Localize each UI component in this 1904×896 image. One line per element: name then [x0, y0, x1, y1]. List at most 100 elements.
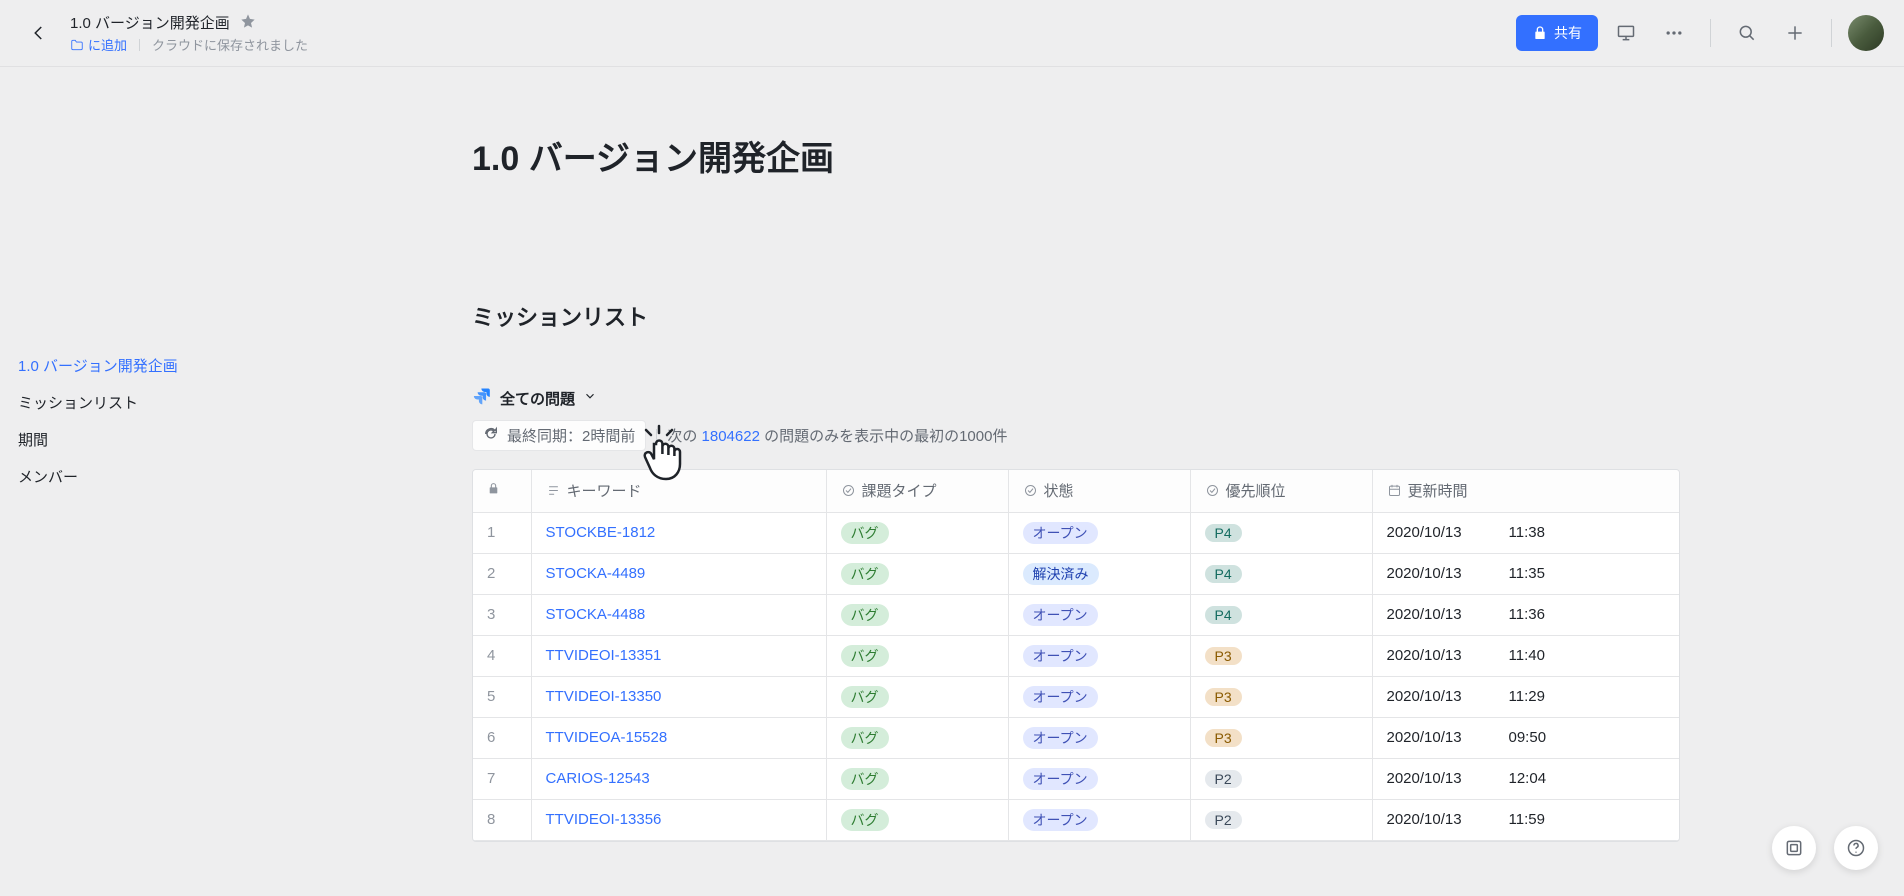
priority-badge: P3: [1205, 688, 1242, 706]
folder-icon: [70, 38, 84, 52]
issue-key-link[interactable]: STOCKBE-1812: [546, 524, 656, 541]
lock-icon: [487, 482, 500, 499]
filter-dropdown[interactable]: 全ての問題: [500, 388, 575, 409]
priority-badge: P3: [1205, 729, 1242, 747]
priority-badge: P2: [1205, 770, 1242, 788]
header-left: 1.0 バージョン開発企画 に追加 クラウドに保存されました: [20, 12, 308, 54]
type-badge: バグ: [841, 768, 889, 790]
time-cell: 2020/10/1311:35: [1372, 553, 1679, 594]
col-keyword-header[interactable]: キーワード: [531, 470, 826, 512]
jira-icon: [472, 386, 492, 410]
priority-badge: P4: [1205, 606, 1242, 624]
status-badge: オープン: [1023, 768, 1098, 790]
outline-sidebar: 1.0 バージョン開発企画ミッションリスト期間メンバー: [0, 67, 358, 896]
col-priority-header[interactable]: 優先順位: [1190, 470, 1372, 512]
time-cell: 2020/10/1311:38: [1372, 512, 1679, 553]
title-block: 1.0 バージョン開発企画 に追加 クラウドに保存されました: [70, 12, 308, 54]
outline-float-button[interactable]: [1772, 826, 1816, 870]
status-badge: オープン: [1023, 645, 1098, 667]
issue-key-link[interactable]: TTVIDEOI-13356: [546, 811, 662, 828]
help-float-button[interactable]: [1834, 826, 1878, 870]
type-badge: バグ: [841, 809, 889, 831]
save-status: クラウドに保存されました: [152, 35, 308, 54]
lock-icon: [1532, 25, 1548, 41]
issue-key-link[interactable]: TTVIDEOI-13350: [546, 688, 662, 705]
star-button[interactable]: [240, 13, 256, 32]
col-status-header[interactable]: 状態: [1008, 470, 1190, 512]
search-icon: [1737, 23, 1757, 43]
type-badge: バグ: [841, 604, 889, 626]
type-badge: バグ: [841, 686, 889, 708]
priority-badge: P4: [1205, 565, 1242, 583]
table-row: 2 STOCKA-4489 バグ 解決済み P4 2020/10/1311:35: [473, 553, 1679, 594]
text-icon: [546, 483, 567, 500]
row-index: 3: [473, 594, 531, 635]
sync-label: 最終同期：2時間前: [507, 425, 635, 446]
add-button[interactable]: [1775, 13, 1815, 53]
issue-count-number: 1804622: [702, 428, 760, 445]
chevron-down-icon: [583, 389, 597, 407]
col-time-header[interactable]: 更新時間: [1372, 470, 1679, 512]
add-to-folder-link[interactable]: に追加: [70, 35, 127, 54]
issue-key-link[interactable]: STOCKA-4489: [546, 565, 646, 582]
table-row: 7CARIOS-12543バグオープンP22020/10/1312:04: [473, 758, 1679, 799]
table-row: 8TTVIDEOI-13356バグオープンP22020/10/1311:59: [473, 799, 1679, 840]
status-badge: オープン: [1023, 686, 1098, 708]
outline-icon: [1784, 838, 1804, 858]
filter-label-text: 全ての問題: [500, 391, 575, 408]
more-button[interactable]: [1654, 13, 1694, 53]
status-badge: オープン: [1023, 604, 1098, 626]
header-bar: 1.0 バージョン開発企画 に追加 クラウドに保存されました 共有: [0, 0, 1904, 67]
user-avatar[interactable]: [1848, 15, 1884, 51]
row-index: 4: [473, 635, 531, 676]
help-icon: [1846, 838, 1866, 858]
status-badge: オープン: [1023, 809, 1098, 831]
issue-key-link[interactable]: CARIOS-12543: [546, 770, 650, 787]
issues-table: キーワード 課題タイプ 状態 優先順位 更新時間: [472, 469, 1680, 842]
type-badge: バグ: [841, 522, 889, 544]
priority-badge: P3: [1205, 647, 1242, 665]
sidebar-item[interactable]: 期間: [14, 421, 358, 458]
table-row: 1STOCKBE-1812バグオープンP42020/10/1311:38: [473, 512, 1679, 553]
table-row: 3 STOCKA-4488 バグ オープン P4 2020/10/1311:36: [473, 594, 1679, 635]
row-index: 6: [473, 717, 531, 758]
sync-row: 最終同期：2時間前 次の 1804622 の問題のみを表示中の最初の1000件: [472, 420, 1904, 451]
calendar-icon: [1387, 483, 1408, 500]
back-button[interactable]: [20, 14, 58, 52]
type-badge: バグ: [841, 727, 889, 749]
status-badge: オープン: [1023, 522, 1098, 544]
divider: [1831, 19, 1832, 47]
sync-box[interactable]: 最終同期：2時間前: [472, 420, 646, 451]
issue-count-text: 次の 1804622 の問題のみを表示中の最初の1000件: [667, 425, 1007, 446]
present-button[interactable]: [1606, 13, 1646, 53]
select-icon: [841, 483, 862, 500]
row-index: 5: [473, 676, 531, 717]
sidebar-item[interactable]: メンバー: [14, 458, 358, 495]
time-cell: 2020/10/1311:36: [1372, 594, 1679, 635]
type-badge: バグ: [841, 563, 889, 585]
time-cell: 2020/10/1311:40: [1372, 635, 1679, 676]
content-wrap: 1.0 バージョン開発企画ミッションリスト期間メンバー 1.0 バージョン開発企…: [0, 67, 1904, 896]
priority-badge: P2: [1205, 811, 1242, 829]
divider: [656, 429, 657, 443]
select-icon: [1023, 483, 1044, 500]
search-button[interactable]: [1727, 13, 1767, 53]
header-right: 共有: [1516, 13, 1884, 53]
col-type-header[interactable]: 課題タイプ: [826, 470, 1008, 512]
sidebar-item[interactable]: ミッションリスト: [14, 384, 358, 421]
time-cell: 2020/10/1311:29: [1372, 676, 1679, 717]
issue-key-link[interactable]: TTVIDEOI-13351: [546, 647, 662, 664]
issue-key-link[interactable]: STOCKA-4488: [546, 606, 646, 623]
filter-row: 全ての問題: [472, 386, 1904, 410]
add-link-label: に追加: [88, 35, 127, 54]
doc-title: 1.0 バージョン開発企画: [70, 12, 230, 33]
floating-buttons: [1772, 826, 1878, 870]
issue-key-link[interactable]: TTVIDEOA-15528: [546, 729, 668, 746]
table-row: 6TTVIDEOA-15528バグオープンP32020/10/1309:50: [473, 717, 1679, 758]
table-row: 4TTVIDEOI-13351バグオープンP32020/10/1311:40: [473, 635, 1679, 676]
status-badge: 解決済み: [1023, 563, 1099, 585]
main-content: 1.0 バージョン開発企画 ミッションリスト 全ての問題 最終同期：2時間前: [358, 67, 1904, 896]
share-button[interactable]: 共有: [1516, 15, 1598, 51]
row-index: 2: [473, 553, 531, 594]
sidebar-item[interactable]: 1.0 バージョン開発企画: [14, 347, 358, 384]
